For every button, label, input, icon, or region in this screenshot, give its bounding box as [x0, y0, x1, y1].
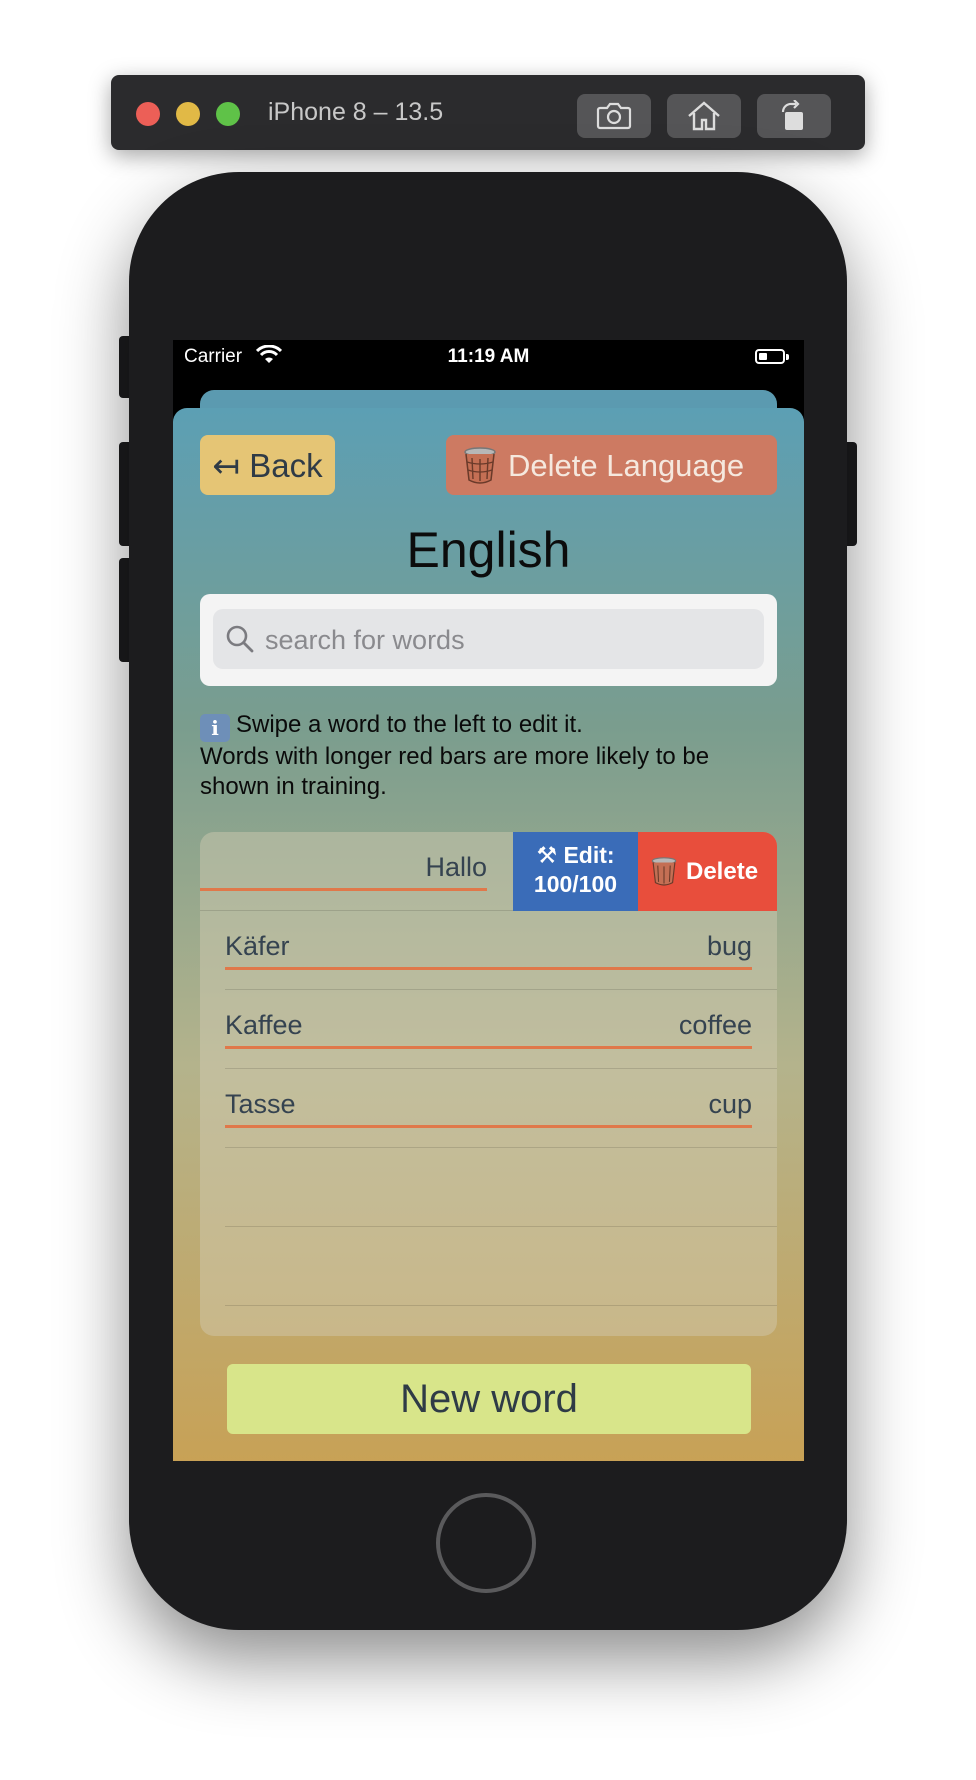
- home-icon: [688, 101, 720, 131]
- delete-language-button[interactable]: Delete Language: [446, 435, 777, 495]
- new-word-button[interactable]: New word: [227, 1364, 751, 1434]
- hammer-pick-icon: ⚒: [536, 842, 558, 868]
- word-term: Käfer: [225, 931, 290, 961]
- phone-home-button[interactable]: [436, 1493, 536, 1593]
- back-button[interactable]: ↤ Back: [200, 435, 335, 495]
- word-list: Hallo ⚒ Edit: 100/100 Delete Käfer bug K…: [200, 832, 777, 1336]
- simulator-title: iPhone 8 – 13.5: [268, 98, 444, 126]
- search-input[interactable]: [263, 609, 757, 671]
- camera-icon: [596, 102, 632, 130]
- trash-icon: [464, 447, 496, 484]
- empty-row: [200, 1148, 777, 1227]
- word-row[interactable]: Kaffee coffee: [200, 990, 777, 1069]
- likelihood-bar: [225, 967, 752, 970]
- edit-score: 100/100: [533, 871, 618, 897]
- screenshot-button[interactable]: [577, 94, 651, 138]
- word-row-hallo[interactable]: Hallo ⚒ Edit: 100/100 Delete: [200, 832, 777, 911]
- search-icon: [226, 625, 254, 653]
- rotate-icon: [781, 100, 803, 130]
- word-term: Hallo: [425, 852, 487, 882]
- delete-word-button[interactable]: Delete: [638, 832, 777, 911]
- zoom-window-button[interactable]: [216, 102, 240, 126]
- delete-language-label: Delete Language: [508, 448, 745, 483]
- search-bar: [200, 594, 777, 686]
- empty-row: [200, 1227, 777, 1306]
- status-time: 11:19 AM: [447, 346, 530, 367]
- likelihood-bar: [200, 888, 487, 891]
- delete-label: Delete: [686, 858, 759, 885]
- search-field[interactable]: [213, 609, 764, 671]
- info-line-2: Words with longer red bars are more like…: [200, 743, 710, 800]
- info-line-1: Swipe a word to the left to edit it.: [236, 711, 583, 738]
- word-term: Kaffee: [225, 1010, 303, 1040]
- status-bar: Carrier 11:19 AM: [173, 340, 804, 374]
- info-icon: i: [200, 714, 230, 742]
- close-window-button[interactable]: [136, 102, 160, 126]
- minimize-window-button[interactable]: [176, 102, 200, 126]
- word-row[interactable]: Käfer bug: [200, 911, 777, 990]
- likelihood-bar: [225, 1046, 752, 1049]
- likelihood-bar: [225, 1125, 752, 1128]
- word-term: Tasse: [225, 1089, 296, 1119]
- edit-label: Edit:: [563, 842, 615, 868]
- simulator-toolbar: iPhone 8 – 13.5: [111, 75, 865, 150]
- word-translation: bug: [706, 931, 752, 961]
- info-message: i Swipe a word to the left to edit it. Wo…: [200, 710, 780, 802]
- word-row[interactable]: Tasse cup: [200, 1069, 777, 1148]
- battery-icon: [755, 349, 785, 364]
- word-translation: coffee: [678, 1010, 752, 1040]
- phone-screen: Carrier 11:19 AM ↤ Back Delete Language …: [173, 340, 804, 1461]
- home-button[interactable]: [667, 94, 741, 138]
- word-translation: cup: [708, 1089, 752, 1119]
- rotate-button[interactable]: [757, 94, 831, 138]
- trash-icon: [651, 857, 677, 886]
- language-sheet: ↤ Back Delete Language English iSwipe a …: [173, 408, 804, 1461]
- edit-word-button[interactable]: ⚒ Edit: 100/100: [513, 832, 638, 911]
- page-title: English: [406, 522, 571, 578]
